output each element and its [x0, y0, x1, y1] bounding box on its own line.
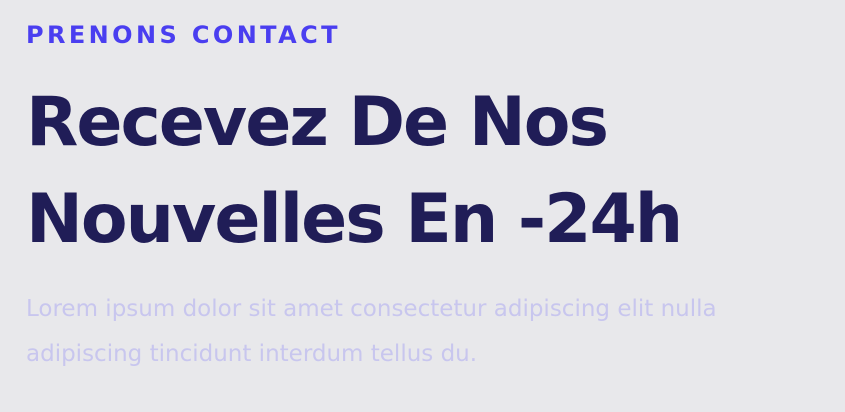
section-description: Lorem ipsum dolor sit amet consectetur a…: [26, 296, 717, 367]
headline-line-2: Nouvelles En -24h: [26, 180, 683, 259]
section-headline: Recevez De Nos Nouvelles En -24h: [26, 74, 683, 268]
headline-line-1: Recevez De Nos: [26, 83, 609, 162]
section-eyebrow: PRENONS CONTACT: [26, 21, 341, 49]
